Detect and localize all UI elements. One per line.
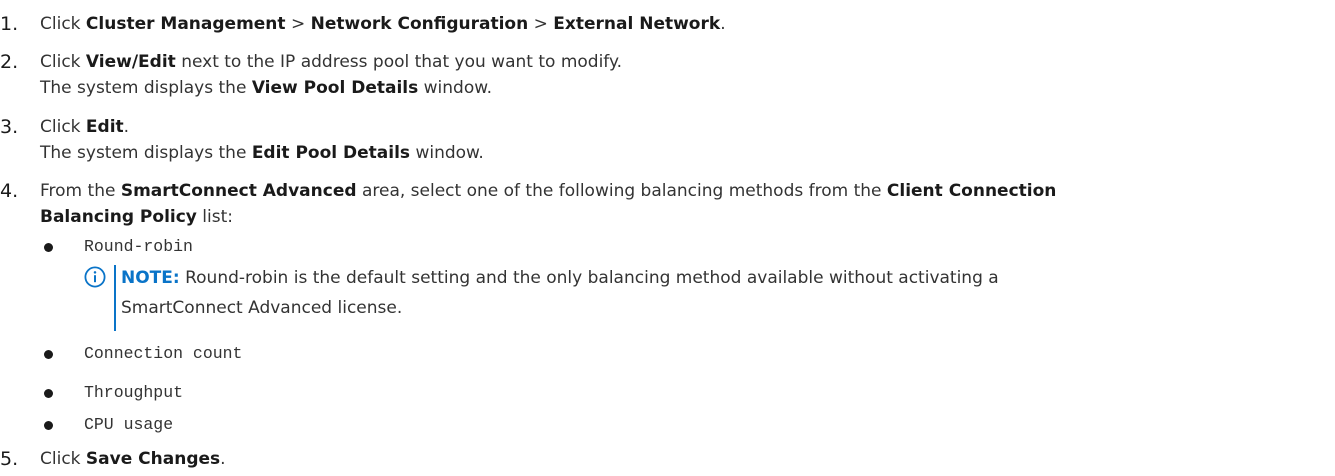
note-text: NOTE: Round-robin is the default setting…	[121, 263, 1321, 323]
text-run: The system displays the	[40, 78, 252, 98]
ui-term: Cluster Management	[85, 14, 286, 34]
text-run: .	[720, 14, 726, 34]
option-value: CPU usage	[84, 415, 174, 434]
note-divider	[114, 265, 116, 331]
text-run: Click	[40, 117, 86, 137]
text-run: The system displays the	[40, 143, 252, 163]
ui-term: View Pool Details	[251, 78, 419, 98]
text-line: The system displays the View Pool Detail…	[40, 75, 1330, 101]
note-label: NOTE:	[121, 268, 180, 288]
step-text: Click Cluster Management > Network Confi…	[40, 11, 1330, 37]
step-text: From the SmartConnect Advanced area, sel…	[40, 178, 1330, 230]
ui-term: Balancing Policy	[40, 207, 197, 227]
ui-term: View/Edit	[85, 52, 176, 72]
info-circle-icon	[84, 266, 106, 288]
step-number: 4.	[0, 180, 19, 202]
text-run: Click	[40, 52, 86, 72]
ui-term: Save Changes	[85, 449, 221, 469]
text-run: list:	[196, 207, 233, 227]
ui-term: Network Configuration	[310, 14, 529, 34]
text-line: SmartConnect Advanced license.	[121, 298, 403, 318]
text-line: NOTE: Round-robin is the default setting…	[121, 263, 1321, 293]
ui-term: Edit Pool Details	[251, 143, 411, 163]
ui-term: SmartConnect Advanced	[120, 181, 357, 201]
text-run: From the	[40, 181, 121, 201]
ui-term: Edit	[85, 117, 124, 137]
text-run: window.	[418, 78, 492, 98]
text-run: Round-robin is the default setting and t…	[179, 268, 999, 288]
procedure-document: 1. Click Cluster Management > Network Co…	[0, 0, 1335, 476]
text-line: Balancing Policy list:	[40, 204, 1330, 230]
text-run: .	[220, 449, 226, 469]
text-run: >	[528, 14, 554, 34]
step-text: Click Edit. The system displays the Edit…	[40, 114, 1330, 166]
ui-term: External Network	[553, 14, 721, 34]
text-run: area, select one of the following balanc…	[356, 181, 887, 201]
text-line: The system displays the Edit Pool Detail…	[40, 140, 1330, 166]
text-line: Click View/Edit next to the IP address p…	[40, 49, 1330, 75]
step-number: 3.	[0, 116, 19, 138]
option-value: Connection count	[84, 344, 243, 363]
text-run: >	[285, 14, 311, 34]
bullet-icon	[44, 350, 53, 359]
text-line: Click Edit.	[40, 114, 1330, 140]
option-value: Round-robin	[84, 237, 193, 256]
step-number: 5.	[0, 448, 19, 470]
step-number: 1.	[0, 13, 19, 35]
step-text: Click View/Edit next to the IP address p…	[40, 49, 1330, 101]
bullet-icon	[44, 243, 53, 252]
text-run: Click	[40, 14, 86, 34]
text-run: Click	[40, 449, 86, 469]
step-text: Click Save Changes.	[40, 446, 1330, 472]
text-line: From the SmartConnect Advanced area, sel…	[40, 178, 1330, 204]
option-value: Throughput	[84, 383, 184, 402]
step-number: 2.	[0, 51, 19, 73]
text-run: window.	[410, 143, 484, 163]
note-callout: NOTE: Round-robin is the default setting…	[84, 263, 1324, 333]
text-run: next to the IP address pool that you wan…	[175, 52, 623, 72]
ui-term: Client Connection	[886, 181, 1057, 201]
bullet-icon	[44, 389, 53, 398]
bullet-icon	[44, 421, 53, 430]
text-run: .	[123, 117, 130, 137]
